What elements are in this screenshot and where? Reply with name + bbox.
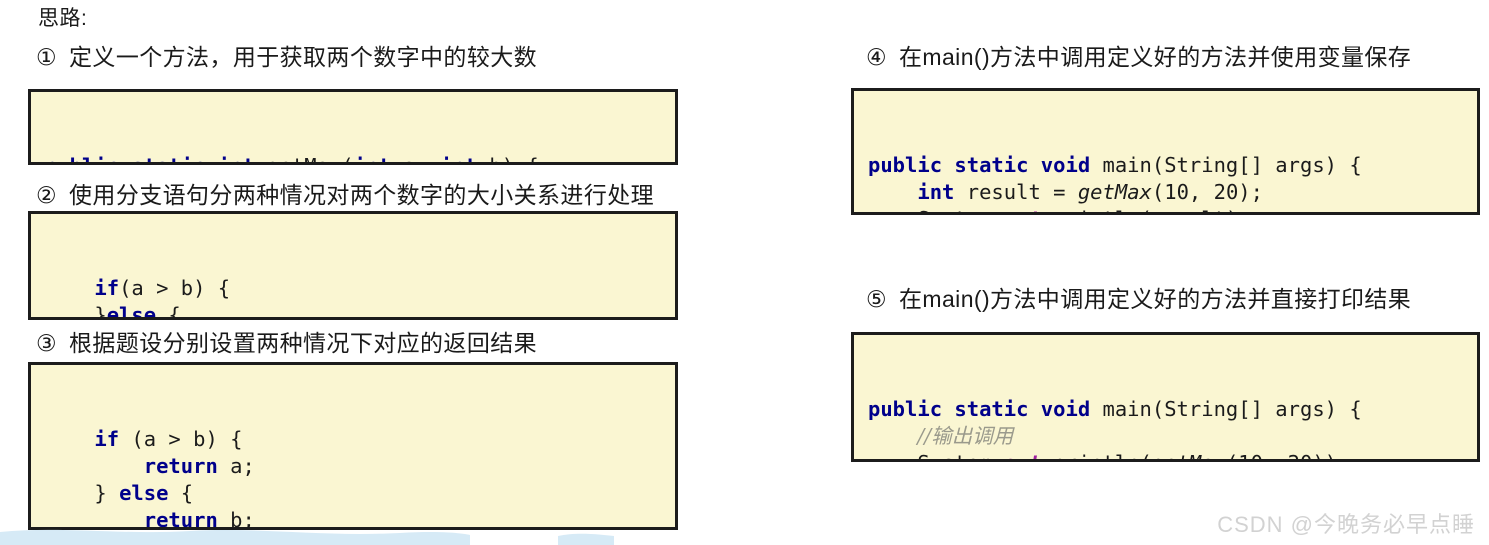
code-token: b;	[217, 508, 255, 530]
code-line: return b;	[45, 507, 675, 530]
code-token: int	[354, 154, 403, 162]
code-line: public static void main(String[] args) {	[868, 396, 1477, 423]
code-token: public static int	[45, 154, 267, 162]
code-token: main(String[] args) {	[1102, 153, 1362, 177]
code-block-5: public static void main(String[] args) {…	[851, 332, 1480, 462]
code-token: .println(result);	[1041, 207, 1251, 212]
code-token: }	[45, 303, 107, 320]
code-token: return	[143, 454, 218, 478]
code-token: a,	[403, 154, 440, 162]
code-token: (a > b) {	[119, 427, 243, 451]
code-token: else	[106, 303, 157, 320]
code-token: (10, 20));	[1226, 451, 1349, 459]
code-line: public static void main(String[] args) {	[868, 152, 1477, 179]
code-block-2: if(a > b) { }else { }	[28, 211, 678, 320]
code-line: public static int getMax(int a, int b) {	[45, 153, 675, 162]
lead-label: 思路:	[38, 7, 88, 30]
step-number-5: ⑤	[866, 286, 888, 312]
step-number-3: ③	[36, 330, 58, 356]
code-token: return	[143, 508, 218, 530]
code-token: getMax	[1152, 451, 1226, 459]
code-lines-5: public static void main(String[] args) {…	[854, 389, 1477, 459]
step-title-2: 使用分支语句分两种情况对两个数字的大小关系进行处理	[69, 182, 655, 208]
code-token: main(String[] args) {	[1102, 397, 1362, 421]
code-token: out	[1004, 207, 1041, 212]
code-lines-3: if (a > b) { return a; } else { return b…	[31, 419, 675, 530]
step-heading-3: ③ 根据题设分别设置两种情况下对应的返回结果	[36, 332, 537, 355]
step-number-1: ①	[36, 44, 58, 70]
code-line: } else {	[45, 480, 675, 507]
code-token: getMax	[1077, 180, 1152, 204]
code-line: return a;	[45, 453, 675, 480]
code-token: (10, 20);	[1151, 180, 1263, 204]
code-token: .println(	[1041, 451, 1152, 459]
code-line: System.out.println(getMax(10, 20));	[868, 450, 1477, 459]
code-token: if	[94, 427, 120, 451]
code-line: //输出调用	[868, 423, 1477, 450]
step-number-2: ②	[36, 182, 58, 208]
step-heading-2: ② 使用分支语句分两种情况对两个数字的大小关系进行处理	[36, 184, 654, 207]
step-title-4: 在main()方法中调用定义好的方法并使用变量保存	[899, 44, 1412, 70]
code-token: {	[168, 481, 194, 505]
code-line: System.out.println(result);	[868, 206, 1477, 212]
code-token: result =	[954, 180, 1078, 204]
code-token: a;	[217, 454, 255, 478]
code-token: System.	[868, 207, 1003, 212]
code-token: if	[94, 276, 120, 300]
code-token: getMax(	[267, 154, 353, 162]
code-token: System.	[868, 451, 1003, 459]
code-token: //输出调用	[917, 424, 1014, 448]
csdn-watermark: CSDN @今晚务必早点睡	[1217, 512, 1475, 537]
code-block-1: public static int getMax(int a, int b) {…	[28, 89, 678, 165]
step-number-4: ④	[866, 44, 888, 70]
code-block-4: public static void main(String[] args) {…	[851, 88, 1480, 215]
code-line: if(a > b) {	[45, 275, 675, 302]
code-token: }	[45, 481, 120, 505]
code-token: (a > b) {	[119, 276, 231, 300]
code-line: }else {	[45, 302, 675, 320]
step-heading-5: ⑤ 在main()方法中调用定义好的方法并直接打印结果	[866, 288, 1411, 311]
code-line: if (a > b) {	[45, 426, 675, 453]
code-token: public static void	[868, 153, 1103, 177]
code-lines-4: public static void main(String[] args) {…	[854, 145, 1477, 212]
step-heading-4: ④ 在main()方法中调用定义好的方法并使用变量保存	[866, 46, 1411, 69]
code-token: else	[119, 481, 169, 505]
step-heading-1: ① 定义一个方法，用于获取两个数字中的较大数	[36, 46, 537, 69]
step-title-5: 在main()方法中调用定义好的方法并直接打印结果	[899, 286, 1412, 312]
code-token: int	[917, 180, 955, 204]
code-line: int result = getMax(10, 20);	[868, 179, 1477, 206]
code-token: public static void	[868, 397, 1103, 421]
step-title-1: 定义一个方法，用于获取两个数字中的较大数	[69, 44, 538, 70]
code-token: out	[1004, 451, 1041, 459]
slide-canvas: 思路: ① 定义一个方法，用于获取两个数字中的较大数 public static…	[0, 0, 1489, 545]
code-block-3: if (a > b) { return a; } else { return b…	[28, 362, 678, 530]
step-title-3: 根据题设分别设置两种情况下对应的返回结果	[69, 330, 538, 356]
code-token: int	[440, 154, 489, 162]
code-lines-2: if(a > b) { }else { }	[31, 268, 675, 320]
code-token: b) {	[489, 154, 538, 162]
code-lines-1: public static int getMax(int a, int b) {…	[31, 146, 675, 162]
code-token: {	[156, 303, 181, 320]
